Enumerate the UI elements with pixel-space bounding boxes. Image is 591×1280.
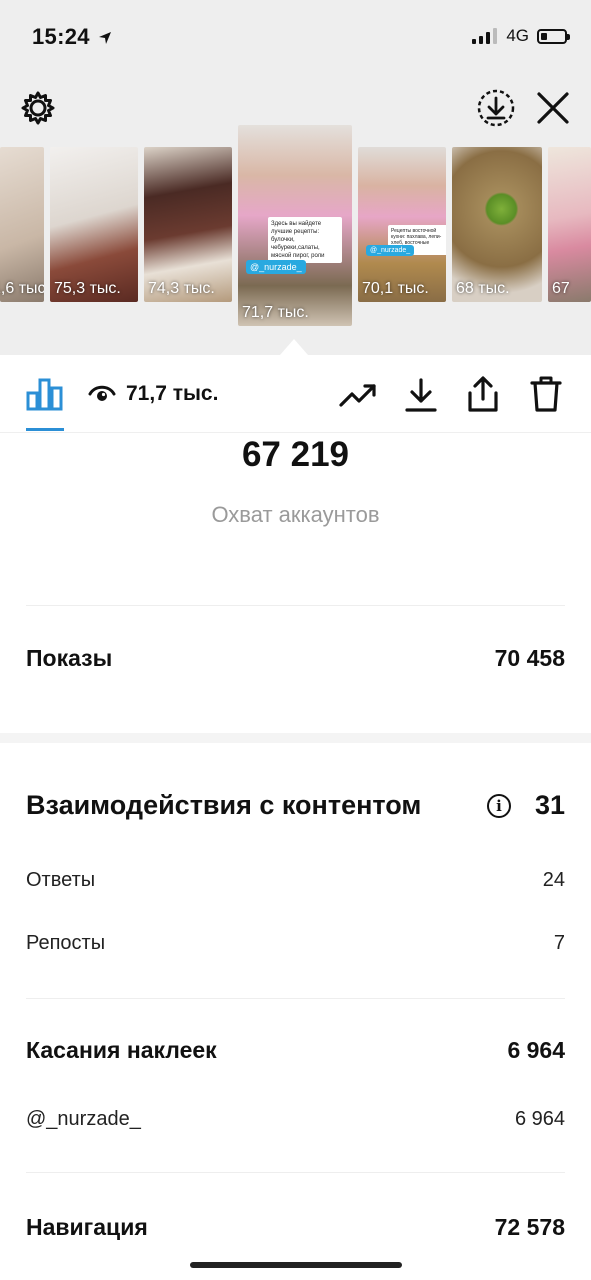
replies-label: Ответы [26,868,96,891]
replies-row: Ответы 24 [26,866,565,894]
reposts-label: Репосты [26,931,106,954]
navigation-row: Навигация 72 578 [26,1209,565,1245]
reposts-row: Репосты 7 [26,929,565,957]
network-type: 4G [506,26,529,45]
thumbnail-views: 71,7 тыс. [242,304,309,321]
divider [26,605,565,606]
settings-button[interactable] [20,90,56,131]
section-separator [0,733,591,743]
thumbnail-views: 67 [552,280,570,297]
signal-icon [472,28,498,44]
status-bar: 15:24 4G [0,0,591,70]
selected-thumbnail-pointer [280,339,308,355]
thumbnail-mention-tag: @_nurzade_ [366,245,415,256]
eye-icon [88,385,116,401]
location-arrow-icon [99,32,112,44]
thumbnail-views: 74,3 тыс. [148,280,215,297]
impressions-row: Показы 70 458 [26,640,565,676]
reach-value: 67 219 [241,435,350,474]
mention-sticker-value: 6 964 [514,1107,565,1130]
promote-button[interactable] [338,379,378,416]
active-tab-indicator [26,428,64,431]
story-thumbnail[interactable]: 1,6 тыс. [0,147,44,302]
impressions-value: 70 458 [494,644,565,671]
thumbnail-views: 75,3 тыс. [54,280,121,297]
share-button[interactable] [466,375,500,418]
reposts-value: 7 [553,931,565,954]
close-button[interactable] [535,90,571,131]
impressions-label: Показы [26,644,113,671]
delete-button[interactable] [530,375,562,418]
close-icon [537,92,569,124]
home-indicator [190,1262,402,1268]
interactions-total: 31 [534,790,565,820]
thumbnail-views: 1,6 тыс. [0,280,44,297]
download-icon [405,378,437,412]
status-indicators: 4G [472,24,570,48]
story-thumbnail[interactable]: 67 [548,147,591,302]
story-thumbnail-selected[interactable]: Здесь вы найдете лучшие рецепты: булочки… [238,125,352,326]
trending-icon [339,384,376,407]
sticker-taps-value: 6 964 [507,1036,565,1063]
download-circle-icon [477,89,515,127]
sticker-taps-row: Касания наклеек 6 964 [26,1032,565,1068]
thumbnail-mention-tag: @_nurzade_ [246,260,306,274]
share-icon [468,376,498,412]
bar-chart-icon [26,378,63,411]
reach-label: Охват аккаунтов [211,502,380,527]
mention-sticker-row[interactable]: @_nurzade_ 6 964 [26,1105,565,1133]
story-thumbnails-strip[interactable]: 1,6 тыс. 75,3 тыс. 74,3 тыс. Здесь вы на… [0,125,591,332]
thumbnail-caption: Здесь вы найдете лучшие рецепты: булочки… [268,217,342,263]
viewers-count[interactable]: 71,7 тыс. [126,382,218,406]
battery-level [541,32,547,40]
interactions-title: Взаимодействия с контентом [26,790,422,820]
sticker-taps-label: Касания наклеек [26,1036,217,1063]
story-thumbnail[interactable]: Рецепты восточной кухни: пахлава, лепи-х… [358,147,446,302]
viewers-tab[interactable] [88,383,116,410]
divider [26,998,565,999]
save-story-button[interactable] [476,88,516,133]
insights-toolbar: 71,7 тыс. [0,355,591,433]
navigation-label: Навигация [26,1213,148,1240]
status-time: 15:24 [32,24,112,50]
download-button[interactable] [404,377,438,418]
story-thumbnail[interactable]: 68 тыс. [452,147,542,302]
insights-tab[interactable] [26,377,64,416]
story-thumbnail[interactable]: 75,3 тыс. [50,147,138,302]
story-thumbnail[interactable]: 74,3 тыс. [144,147,232,302]
gear-icon [21,91,55,125]
thumbnail-views: 70,1 тыс. [362,280,429,297]
battery-icon [537,28,570,44]
thumbnail-views: 68 тыс. [456,280,510,297]
mention-sticker-label: @_nurzade_ [26,1107,141,1130]
replies-value: 24 [542,868,565,891]
info-icon[interactable]: i [487,794,511,818]
navigation-value: 72 578 [494,1213,565,1240]
trash-icon [530,376,562,412]
divider [26,1172,565,1173]
